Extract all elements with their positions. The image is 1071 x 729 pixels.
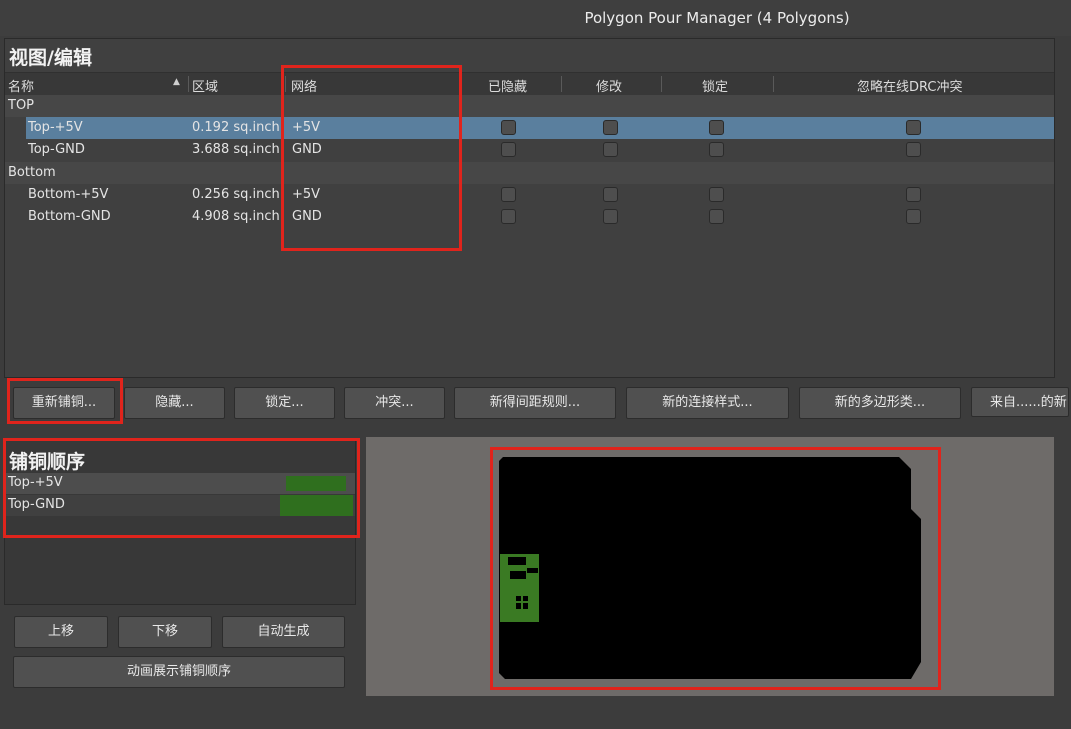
ignore-drc-checkbox[interactable] — [906, 209, 921, 224]
column-modified[interactable]: 修改 — [596, 76, 622, 95]
column-divider[interactable] — [561, 76, 562, 92]
animate-pour-order-button[interactable]: 动画展示铺铜顺序 — [13, 656, 345, 688]
column-divider[interactable] — [773, 76, 774, 92]
ignore-drc-checkbox[interactable] — [906, 120, 921, 135]
hidden-checkbox[interactable] — [501, 120, 516, 135]
lock-button[interactable]: 锁定... — [234, 387, 335, 419]
highlight-box-net-column — [281, 65, 462, 251]
column-name[interactable]: 名称 — [8, 76, 34, 95]
hide-button[interactable]: 隐藏... — [124, 387, 225, 419]
highlight-box-repour — [7, 378, 123, 424]
window-title: Polygon Pour Manager (4 Polygons) — [584, 9, 850, 27]
title-bar: Polygon Pour Manager (4 Polygons) — [0, 0, 1071, 36]
violations-button[interactable]: 冲突... — [344, 387, 445, 419]
polygon-area: 4.908 sq.inch — [192, 209, 280, 224]
locked-checkbox[interactable] — [709, 209, 724, 224]
column-area[interactable]: 区域 — [192, 76, 218, 95]
column-hidden[interactable]: 已隐藏 — [488, 76, 527, 95]
sort-ascending-icon: ▲ — [173, 77, 180, 87]
new-connect-style-button[interactable]: 新的连接样式... — [626, 387, 789, 419]
polygon-name: Top-GND — [28, 142, 85, 157]
modified-checkbox[interactable] — [603, 142, 618, 157]
polygon-area: 0.256 sq.inch — [192, 187, 280, 202]
ignore-drc-checkbox[interactable] — [906, 187, 921, 202]
hidden-checkbox[interactable] — [501, 142, 516, 157]
column-header-row: 名称 ▲ 区域 网络 已隐藏 修改 锁定 忽略在线DRC冲突 — [5, 72, 1054, 96]
group-row-top[interactable]: TOP — [5, 95, 1054, 117]
modified-checkbox[interactable] — [603, 187, 618, 202]
table-row-selected[interactable]: Top-+5V 0.192 sq.inch +5V — [26, 117, 1054, 139]
new-clearance-rule-button[interactable]: 新得间距规则... — [454, 387, 616, 419]
view-edit-panel: 视图/编辑 名称 ▲ 区域 网络 已隐藏 修改 锁定 忽略在线DRC冲突 TOP… — [4, 38, 1055, 378]
polygon-name: Bottom-+5V — [28, 187, 109, 202]
new-from-button[interactable]: 来自......的新 — [971, 387, 1069, 417]
highlight-box-pour-order — [3, 438, 360, 538]
move-up-button[interactable]: 上移 — [14, 616, 108, 648]
table-row[interactable]: Bottom-+5V 0.256 sq.inch +5V — [5, 184, 1054, 206]
table-row[interactable]: Bottom-GND 4.908 sq.inch GND — [5, 206, 1054, 228]
auto-generate-button[interactable]: 自动生成 — [222, 616, 345, 648]
ignore-drc-checkbox[interactable] — [906, 142, 921, 157]
column-divider[interactable] — [188, 76, 189, 92]
locked-checkbox[interactable] — [709, 142, 724, 157]
modified-checkbox[interactable] — [603, 209, 618, 224]
locked-checkbox[interactable] — [709, 120, 724, 135]
highlight-box-preview — [490, 447, 941, 690]
new-polygon-class-button[interactable]: 新的多边形类... — [799, 387, 961, 419]
polygon-name: Bottom-GND — [28, 209, 111, 224]
group-row-bottom[interactable]: Bottom — [5, 162, 1054, 184]
hidden-checkbox[interactable] — [501, 187, 516, 202]
column-divider[interactable] — [661, 76, 662, 92]
polygon-area: 0.192 sq.inch — [192, 120, 280, 135]
group-label: TOP — [8, 98, 35, 113]
hidden-checkbox[interactable] — [501, 209, 516, 224]
group-label: Bottom — [8, 165, 56, 180]
panel-title: 视图/编辑 — [9, 47, 92, 69]
column-locked[interactable]: 锁定 — [702, 76, 728, 95]
locked-checkbox[interactable] — [709, 187, 724, 202]
polygon-name: Top-+5V — [28, 120, 83, 135]
column-ignore-drc[interactable]: 忽略在线DRC冲突 — [857, 76, 962, 95]
modified-checkbox[interactable] — [603, 120, 618, 135]
table-row[interactable]: Top-GND 3.688 sq.inch GND — [5, 139, 1054, 161]
move-down-button[interactable]: 下移 — [118, 616, 212, 648]
polygon-area: 3.688 sq.inch — [192, 142, 280, 157]
